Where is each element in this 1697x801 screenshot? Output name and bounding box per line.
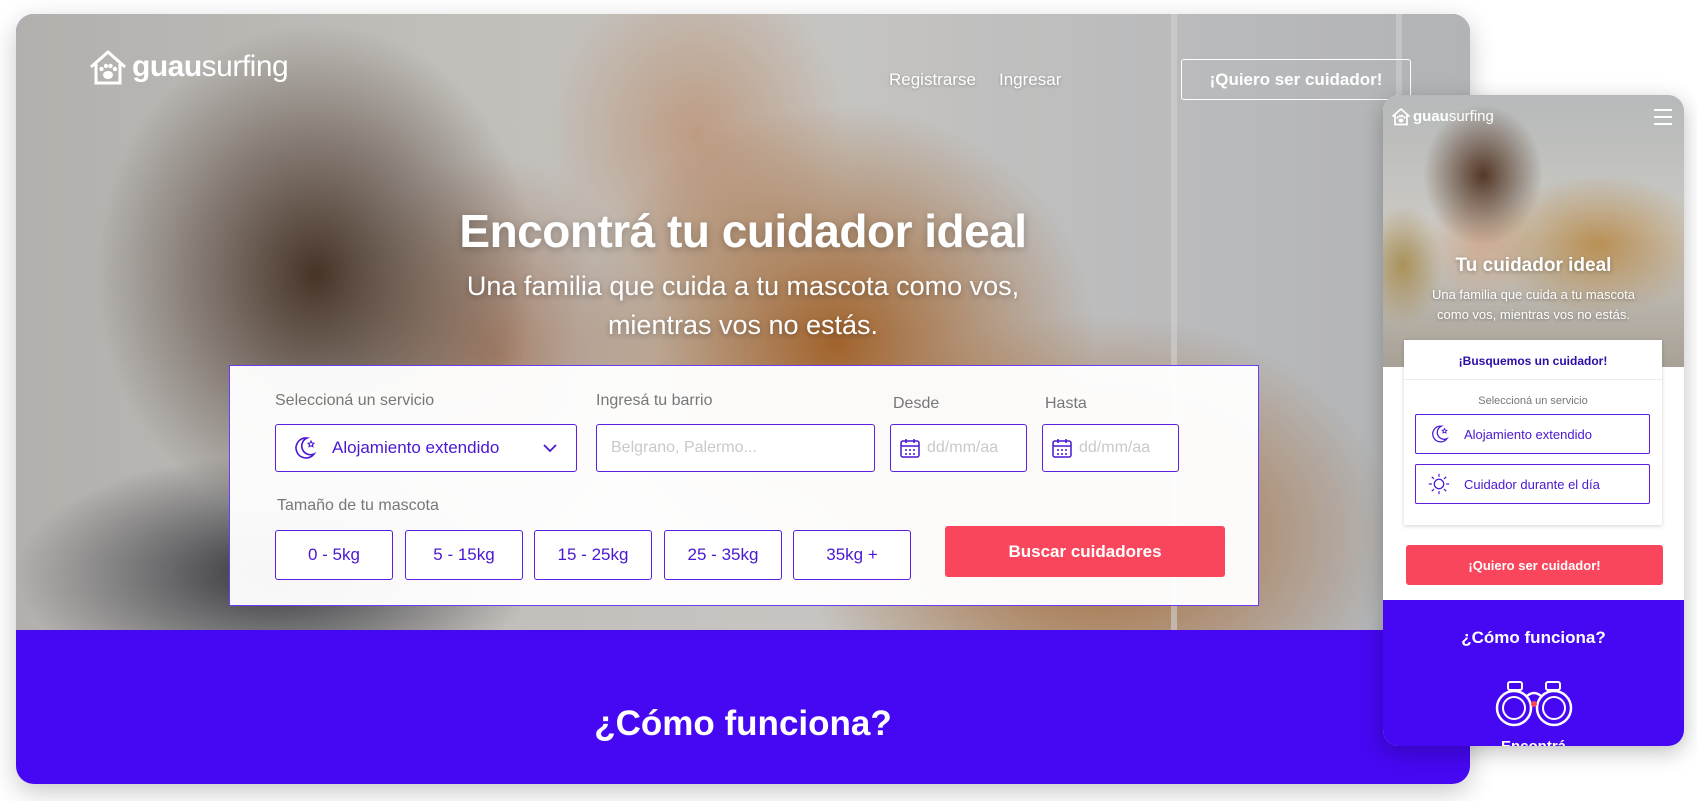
brand-name-bold: guau <box>132 50 202 83</box>
menu-icon[interactable] <box>1654 109 1672 125</box>
barrio-input[interactable]: Belgrano, Palermo... <box>596 424 875 472</box>
moon-star-icon <box>1432 425 1449 443</box>
mobile-hero-image: guau surfing Tu cuidador ideal Una famili… <box>1383 95 1684 367</box>
mobile-hero-subtitle: Una familia que cuida a tu mascota como … <box>1431 287 1636 322</box>
size-option-0-5kg[interactable]: 0 - 5kg <box>275 530 393 580</box>
to-date-label: Hasta <box>1045 395 1087 412</box>
service-select-value: Alojamiento extendido <box>332 438 500 457</box>
nav-register-link[interactable]: Registrarse <box>889 70 976 90</box>
moon-star-icon <box>295 437 317 459</box>
mobile-hero-title: Tu cuidador ideal <box>1455 255 1612 276</box>
mobile-service-option-extended-stay[interactable]: Alojamiento extendido <box>1415 414 1650 454</box>
from-date-label: Desde <box>893 395 940 412</box>
size-option-25-35kg[interactable]: 25 - 35kg <box>664 530 782 580</box>
from-date-placeholder: dd/mm/aa <box>927 439 999 456</box>
hero-title: Encontrá tu cuidador ideal <box>459 205 1027 257</box>
brand-logo[interactable]: guau surfing <box>88 48 289 86</box>
nav-login-link[interactable]: Ingresar <box>999 70 1061 90</box>
desktop-mockup: guau surfing Registrarse Ingresar ¡Quiero… <box>16 14 1470 784</box>
mobile-step-label: Encontrá <box>1383 738 1684 746</box>
service-label: Seleccioná un servicio <box>275 392 435 409</box>
brand-name-light: surfing <box>201 50 289 83</box>
barrio-placeholder: Belgrano, Palermo... <box>611 439 757 456</box>
mobile-service-option-label: Alojamiento extendido <box>1464 426 1592 442</box>
to-date-placeholder: dd/mm/aa <box>1079 439 1151 456</box>
chevron-down-icon <box>543 444 557 453</box>
calendar-icon <box>1052 439 1072 458</box>
from-date-input[interactable]: dd/mm/aa <box>890 424 1027 472</box>
size-option-15-25kg[interactable]: 15 - 25kg <box>534 530 652 580</box>
barrio-label: Ingresá tu barrio <box>596 392 713 409</box>
size-option-5-15kg[interactable]: 5 - 15kg <box>405 530 523 580</box>
size-option-35kg-plus[interactable]: 35kg + <box>793 530 911 580</box>
mobile-service-option-label: Cuidador durante el día <box>1464 476 1600 492</box>
binoculars-icon <box>1495 681 1573 727</box>
become-caregiver-button[interactable]: ¡Quiero ser cuidador! <box>1181 59 1411 100</box>
mobile-how-it-works: ¿Cómo funciona? Encontrá <box>1383 600 1684 746</box>
divider <box>1404 379 1662 380</box>
search-caregivers-button[interactable]: Buscar cuidadores <box>945 526 1225 577</box>
brand-name-light: surfing <box>1448 108 1494 125</box>
to-date-input[interactable]: dd/mm/aa <box>1042 424 1179 472</box>
calendar-icon <box>900 439 920 458</box>
mobile-hero-overlay <box>1383 95 1684 367</box>
hero-subtitle: Una familia que cuida a tu mascota como … <box>466 271 1020 340</box>
hero-image: guau surfing Registrarse Ingresar ¡Quiero… <box>16 14 1470 630</box>
service-select[interactable]: Alojamiento extendido <box>275 424 577 472</box>
mobile-search-title: ¡Busquemos un cuidador! <box>1458 354 1608 368</box>
how-it-works-title: ¿Cómo funciona? <box>594 704 892 743</box>
mobile-brand-logo[interactable]: guau surfing <box>1391 107 1494 126</box>
mobile-mockup: guau surfing Tu cuidador ideal Una famili… <box>1383 95 1684 746</box>
brand-name-bold: guau <box>1413 108 1449 125</box>
sun-icon <box>1428 473 1450 495</box>
mobile-service-option-daycare[interactable]: Cuidador durante el día <box>1415 464 1650 504</box>
mobile-service-label: Seleccioná un servicio <box>1478 395 1588 407</box>
mobile-how-it-works-title: ¿Cómo funciona? <box>1461 628 1606 647</box>
mobile-become-caregiver-button[interactable]: ¡Quiero ser cuidador! <box>1406 545 1663 585</box>
mobile-search-card: ¡Busquemos un cuidador! Seleccioná un se… <box>1404 340 1662 525</box>
search-form: Seleccioná un servicio Alojamiento exten… <box>229 365 1259 606</box>
pet-size-label: Tamaño de tu mascota <box>277 497 439 514</box>
house-paw-icon <box>90 50 126 85</box>
house-paw-icon <box>1391 108 1411 126</box>
